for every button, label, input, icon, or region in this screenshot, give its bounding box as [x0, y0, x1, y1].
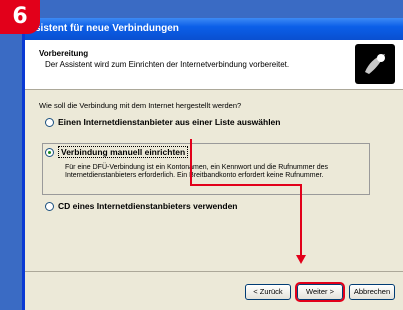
option-provider-list[interactable]: Einen Internetdienstanbieter aus einer L…	[45, 117, 280, 127]
option-provider-cd[interactable]: CD eines Internetdienstanbieters verwend…	[45, 201, 238, 211]
wizard-body: Wie soll die Verbindung mit dem Internet…	[25, 91, 403, 270]
option-label: CD eines Internetdienstanbieters verwend…	[58, 201, 238, 211]
wizard-header: Vorbereitung Der Assistent wird zum Einr…	[25, 40, 403, 90]
window-titlebar[interactable]: sistent für neue Verbindungen	[25, 18, 403, 40]
radio-checked-icon[interactable]	[45, 147, 54, 157]
annotation-line-vertical	[190, 139, 192, 185]
header-title: Vorbereitung	[39, 49, 89, 58]
button-divider	[25, 271, 403, 272]
option-label: Einen Internetdienstanbieter aus einer L…	[58, 117, 281, 127]
radio-icon[interactable]	[45, 201, 54, 211]
annotation-line-horizontal	[190, 184, 301, 186]
header-subtitle: Der Assistent wird zum Einrichten der In…	[45, 60, 290, 69]
radio-icon[interactable]	[45, 117, 54, 127]
step-badge: 6	[0, 0, 40, 34]
window-title: sistent für neue Verbindungen	[35, 23, 179, 34]
option-label: Verbindung manuell einrichten	[58, 146, 189, 158]
back-button[interactable]: < Zurück	[245, 284, 291, 300]
button-bar: < Zurück Weiter > Abbrechen	[245, 282, 395, 302]
annotation-arrowhead-icon	[296, 255, 306, 264]
next-button[interactable]: Weiter >	[295, 282, 345, 302]
cancel-button[interactable]: Abbrechen	[349, 284, 395, 300]
wizard-window: sistent für neue Verbindungen Vorbereitu…	[22, 18, 403, 310]
connection-wizard-icon	[355, 44, 395, 84]
connection-question: Wie soll die Verbindung mit dem Internet…	[39, 101, 242, 110]
annotation-line-down	[300, 184, 302, 256]
option-description: Für eine DFÜ-Verbindung ist ein Kontonam…	[65, 164, 329, 179]
option-manual-setup[interactable]: Verbindung manuell einrichten	[45, 146, 189, 158]
